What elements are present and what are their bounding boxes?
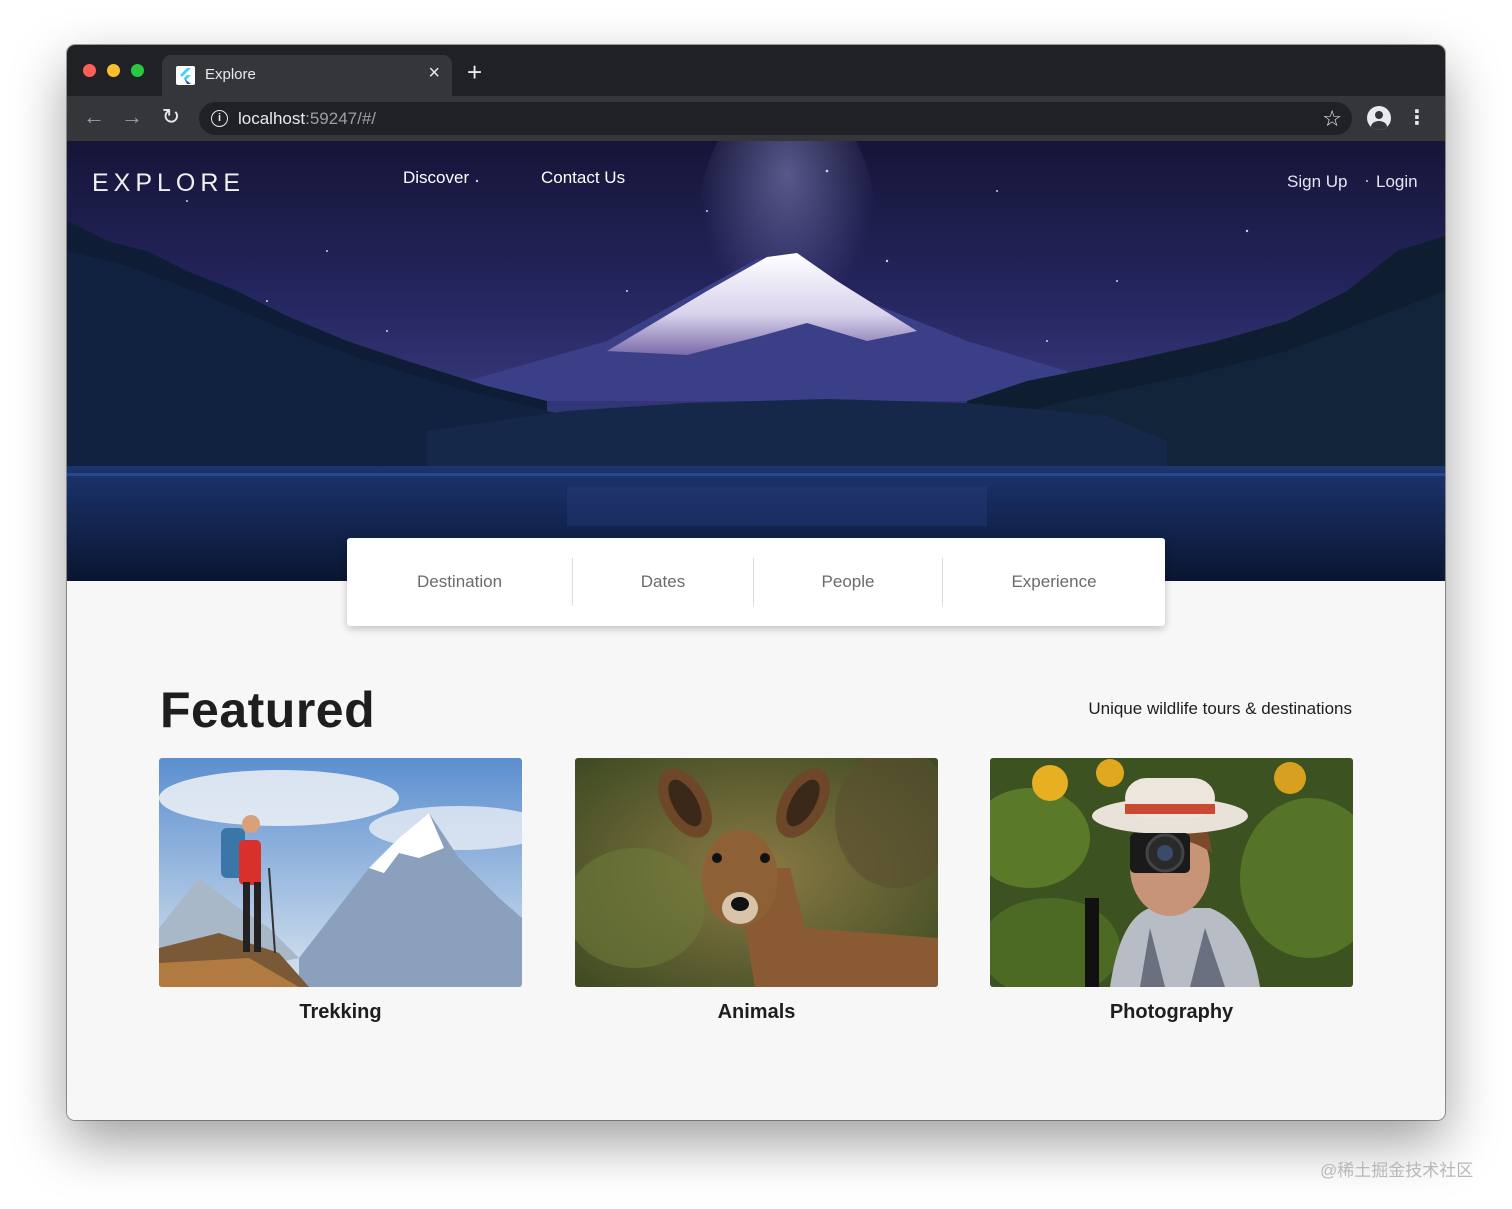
star-icon[interactable]: ☆ bbox=[1322, 106, 1342, 132]
brand-logo[interactable]: EXPLORE bbox=[92, 169, 245, 198]
address-bar[interactable]: i localhost:59247/#/ ☆ bbox=[199, 102, 1352, 135]
nav-link-discover[interactable]: Discover bbox=[403, 168, 469, 188]
flutter-favicon-icon bbox=[176, 66, 195, 85]
watermark-text: @稀土掘金技术社区 bbox=[1320, 1161, 1474, 1180]
search-field-dates[interactable]: Dates bbox=[573, 538, 753, 626]
login-link[interactable]: Login bbox=[1376, 172, 1418, 192]
featured-subtitle: Unique wildlife tours & destinations bbox=[1088, 699, 1352, 718]
close-window-button[interactable] bbox=[83, 64, 96, 77]
search-field-destination[interactable]: Destination bbox=[347, 538, 572, 626]
arrow-right-icon[interactable]: → bbox=[119, 104, 145, 130]
url-text[interactable]: localhost:59247/#/ bbox=[238, 109, 376, 129]
card-label: Photography bbox=[1109, 1001, 1234, 1023]
search-bar: Destination Dates People Experience bbox=[347, 538, 1165, 626]
trekking-image[interactable] bbox=[159, 758, 522, 987]
close-icon[interactable]: × bbox=[428, 63, 440, 83]
info-icon[interactable]: i bbox=[211, 110, 228, 127]
browser-window: Explore × + ← → ↻ i localhost:59247/#/ ☆… bbox=[67, 45, 1445, 1120]
nav-link-contact-us[interactable]: Contact Us bbox=[541, 168, 625, 188]
plus-icon[interactable]: + bbox=[467, 59, 482, 85]
search-field-experience[interactable]: Experience bbox=[943, 538, 1165, 626]
minimize-window-button[interactable] bbox=[107, 64, 120, 77]
maximize-window-button[interactable] bbox=[131, 64, 144, 77]
card-label: Trekking bbox=[299, 1001, 382, 1023]
more-vert-icon[interactable]: ⋮ bbox=[1407, 105, 1427, 131]
featured-card-animals[interactable]: Animals bbox=[575, 758, 938, 1024]
profile-icon[interactable] bbox=[1367, 106, 1391, 130]
featured-heading: Featured bbox=[160, 682, 376, 738]
tab-explore[interactable]: Explore × bbox=[162, 55, 452, 96]
sign-up-link[interactable]: Sign Up bbox=[1287, 172, 1347, 192]
url-path: :59247/#/ bbox=[305, 109, 377, 128]
featured-card-trekking[interactable]: Trekking bbox=[159, 758, 522, 1024]
reload-icon[interactable]: ↻ bbox=[158, 104, 184, 130]
tab-bar: Explore × + bbox=[67, 45, 1445, 96]
card-label: Animals bbox=[717, 1001, 796, 1023]
photography-image[interactable] bbox=[990, 758, 1353, 987]
page-content: EXPLORE Discover Contact Us Sign Up Logi… bbox=[67, 141, 1445, 1120]
url-host: localhost bbox=[238, 109, 306, 128]
hero-banner: EXPLORE Discover Contact Us Sign Up Logi… bbox=[67, 141, 1445, 581]
browser-toolbar: ← → ↻ i localhost:59247/#/ ☆ ⋮ bbox=[67, 96, 1445, 141]
animals-image[interactable] bbox=[575, 758, 938, 987]
tab-title: Explore bbox=[205, 66, 256, 83]
arrow-left-icon[interactable]: ← bbox=[81, 104, 107, 130]
search-field-people[interactable]: People bbox=[754, 538, 942, 626]
hero-landscape-image bbox=[67, 141, 1445, 581]
featured-card-photography[interactable]: Photography bbox=[990, 758, 1353, 1024]
